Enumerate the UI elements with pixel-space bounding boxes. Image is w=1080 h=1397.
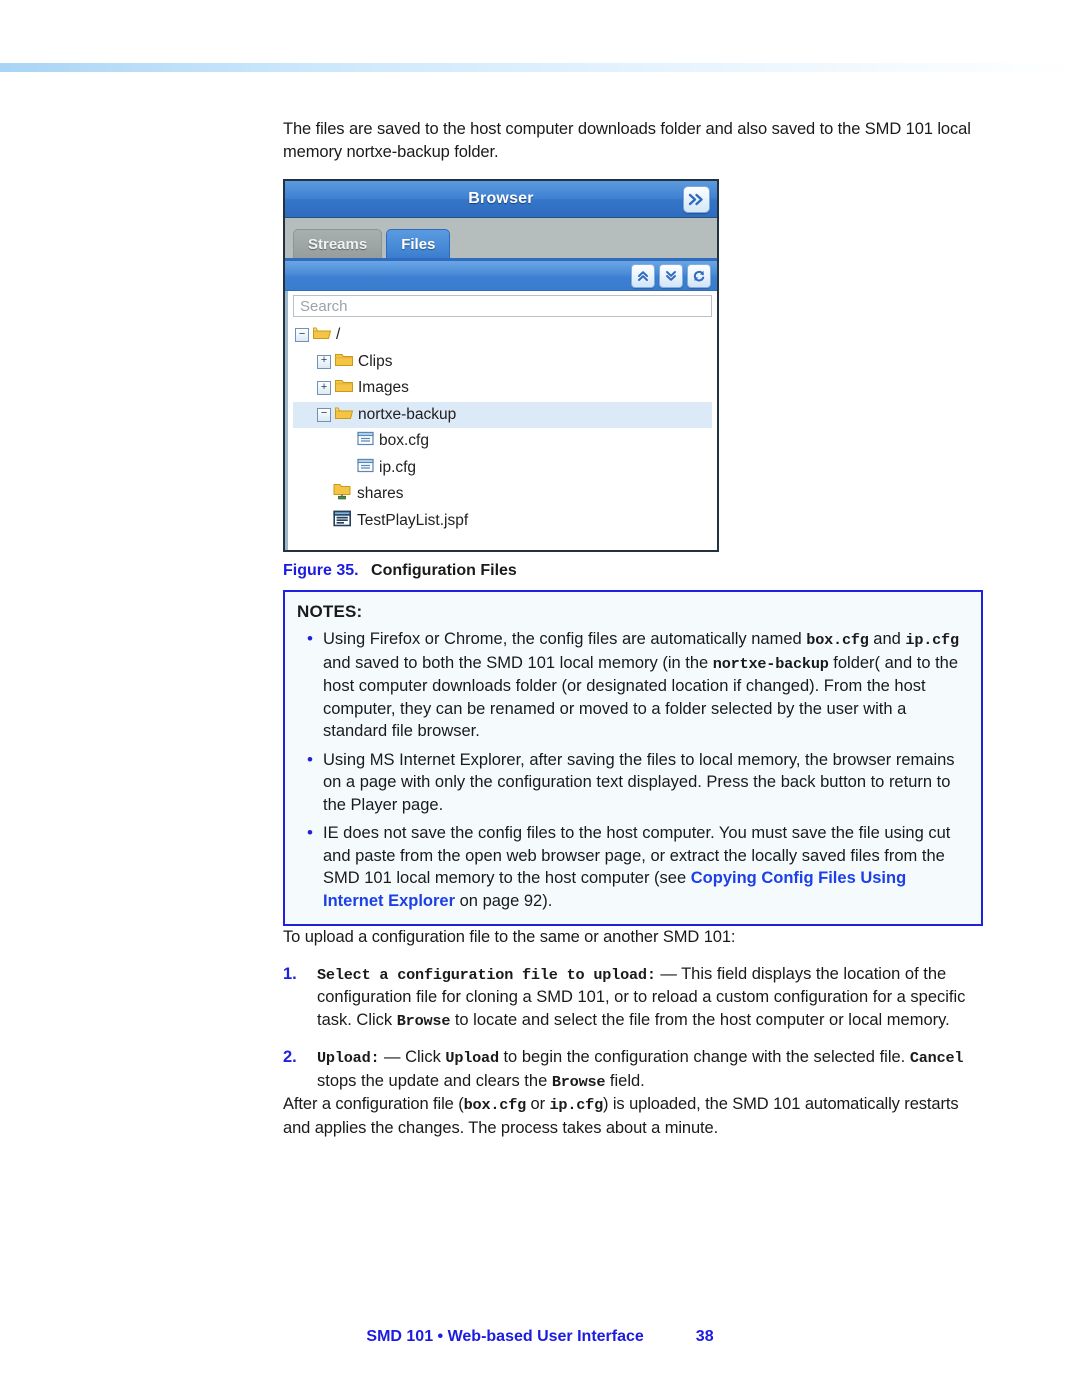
text-run: on page 92). [455, 891, 553, 910]
search-input[interactable]: Search [293, 295, 712, 317]
tree-item-shares[interactable]: shares [293, 481, 712, 508]
browser-panel-title: Browser [468, 190, 534, 207]
double-chevron-right-icon[interactable] [683, 186, 710, 213]
figure-caption: Figure 35. Configuration Files [283, 562, 983, 580]
note-bullet-icon: • [307, 629, 313, 648]
code-text: Select a configuration file to upload: [317, 965, 656, 984]
tree-toggle-clips[interactable]: + [317, 354, 331, 369]
tree-toggle-root[interactable]: − [295, 328, 309, 343]
note-bullet-icon: • [307, 749, 313, 769]
code-text: ip.cfg [549, 1096, 604, 1114]
note-item: • Using Firefox or Chrome, the config fi… [297, 628, 969, 743]
note-text: IE does not save the config files to the… [323, 822, 969, 912]
text-run: field. [605, 1071, 645, 1090]
file-tree-area: Search − / + Clips + Images − nortxe-bac… [285, 291, 717, 550]
tree-item-ip-cfg-label: ip.cfg [379, 458, 417, 476]
tab-streams-label: Streams [308, 235, 368, 253]
folder-closed-icon [335, 378, 353, 398]
folder-open-icon [313, 325, 332, 345]
tab-files-label: Files [401, 235, 436, 253]
page-header-accent-bar [0, 63, 1080, 72]
code-text: box.cfg [806, 631, 869, 649]
tree-item-root-label: / [336, 326, 341, 344]
config-file-icon [357, 431, 374, 451]
text-run: Using MS Internet Explorer, after saving… [323, 750, 955, 814]
tab-files[interactable]: Files [386, 229, 451, 258]
note-item: • IE does not save the config files to t… [297, 822, 969, 912]
footer-title: SMD 101 • Web-based User Interface [366, 1328, 644, 1345]
text-run: and [868, 630, 906, 648]
tree-item-images-label: Images [358, 379, 409, 397]
refresh-icon[interactable] [687, 263, 711, 288]
text-run: — Click [379, 1048, 446, 1066]
expand-all-icon[interactable] [659, 263, 683, 288]
note-bullet-icon: • [307, 823, 313, 842]
page-content: The files are saved to the host computer… [283, 118, 983, 1139]
step-number: 2. [283, 1048, 297, 1066]
note-text: Using MS Internet Explorer, after saving… [323, 749, 969, 817]
text-run: and saved to both the SMD 101 local memo… [323, 653, 713, 672]
code-text: Upload: [317, 1049, 380, 1067]
tree-item-testplaylist-label: TestPlayList.jspf [357, 511, 469, 529]
tree-item-testplaylist[interactable]: TestPlayList.jspf [293, 508, 712, 535]
folder-open-icon [335, 405, 354, 425]
folder-shared-icon [333, 483, 352, 505]
tree-item-root[interactable]: − / [293, 322, 712, 349]
search-placeholder: Search [300, 297, 348, 315]
step-text: Upload: — Click Upload to begin the conf… [317, 1046, 983, 1093]
step-text: Select a configuration file to upload: —… [317, 963, 983, 1033]
text-run: to locate and select the file from the h… [450, 1010, 950, 1029]
playlist-file-icon [333, 510, 352, 532]
page-footer: SMD 101 • Web-based User Interface 38 [0, 1328, 1080, 1346]
code-text: nortxe-backup [712, 654, 829, 673]
upload-step: 1. Select a configuration file to upload… [283, 963, 983, 1033]
config-file-icon [357, 458, 374, 478]
upload-lead-in: To upload a configuration file to the sa… [283, 928, 736, 946]
upload-step: 2. Upload: — Click Upload to begin the c… [283, 1046, 983, 1093]
page-number: 38 [695, 1328, 714, 1345]
tree-item-ip-cfg[interactable]: ip.cfg [293, 455, 712, 482]
collapse-all-icon[interactable] [631, 263, 655, 288]
text-run: or [526, 1095, 550, 1113]
tree-toggle-nortxe-backup[interactable]: − [317, 407, 331, 422]
tree-item-box-cfg-label: box.cfg [379, 432, 429, 450]
code-text: Upload [445, 1049, 499, 1067]
tab-streams[interactable]: Streams [293, 229, 383, 258]
closing-paragraph: After a configuration file (box.cfg or i… [283, 1093, 983, 1139]
tree-item-clips-label: Clips [358, 352, 393, 370]
note-item: • Using MS Internet Explorer, after savi… [297, 749, 969, 817]
tree-item-images[interactable]: + Images [293, 375, 712, 402]
tree-item-clips[interactable]: + Clips [293, 349, 712, 376]
browser-panel-figure: Browser Streams Files Search − / + Clips… [283, 179, 719, 552]
file-tree: − / + Clips + Images − nortxe-backup box… [293, 322, 712, 534]
code-text: box.cfg [463, 1096, 527, 1114]
text-run: After a configuration file ( [283, 1095, 464, 1113]
tree-item-box-cfg[interactable]: box.cfg [293, 428, 712, 455]
note-text: Using Firefox or Chrome, the config file… [323, 628, 969, 743]
intro-paragraph: The files are saved to the host computer… [283, 120, 971, 161]
figure-number: Figure 35. [283, 562, 359, 579]
tree-toggle-images[interactable]: + [317, 381, 331, 396]
text-run: to begin the configuration change with t… [498, 1048, 910, 1066]
notes-box: NOTES: • Using Firefox or Chrome, the co… [283, 590, 983, 926]
step-number: 1. [283, 964, 297, 983]
code-text: Browse [396, 1011, 451, 1030]
code-text: ip.cfg [905, 631, 959, 649]
browser-tabstrip: Streams Files [285, 218, 717, 261]
code-text: Browse [551, 1072, 606, 1091]
tree-item-nortxe-backup-label: nortxe-backup [358, 405, 457, 423]
figure-caption-text: Configuration Files [371, 562, 517, 579]
browser-toolbar [285, 261, 717, 291]
browser-panel-header: Browser [285, 181, 717, 218]
notes-title: NOTES: [297, 602, 363, 621]
folder-closed-icon [335, 352, 353, 372]
tree-item-nortxe-backup[interactable]: − nortxe-backup [293, 401, 712, 428]
document-page: The files are saved to the host computer… [0, 0, 1080, 1397]
tree-item-shares-label: shares [357, 485, 404, 503]
text-run: stops the update and clears the [317, 1071, 552, 1090]
text-run: Using Firefox or Chrome, the config file… [323, 630, 807, 648]
code-text: Cancel [909, 1049, 964, 1067]
